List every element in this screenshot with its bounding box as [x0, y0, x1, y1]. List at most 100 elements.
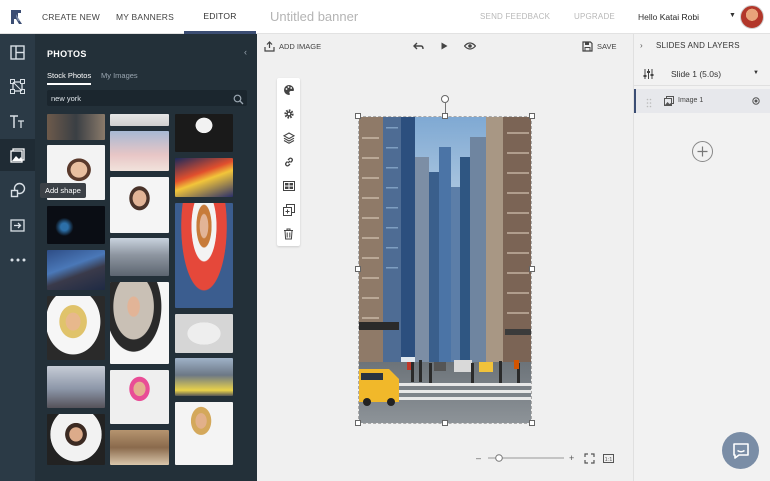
photo-thumbnail[interactable] — [110, 238, 169, 276]
play-icon — [441, 42, 448, 50]
resize-handle[interactable] — [529, 113, 535, 119]
photo-thumbnail[interactable] — [110, 282, 169, 364]
actual-size-icon[interactable]: 1:1 — [603, 452, 614, 464]
city-street-image[interactable] — [359, 117, 532, 424]
photo-thumbnail[interactable] — [175, 314, 233, 353]
photo-thumbnail[interactable] — [47, 296, 105, 360]
search-input[interactable] — [51, 92, 221, 104]
photos-panel: PHOTOS ‹ Stock Photos My Images — [35, 34, 257, 481]
photo-thumbnail[interactable] — [175, 158, 233, 197]
slide-label: Slide 1 (5.0s) — [671, 69, 722, 79]
preview-button[interactable] — [464, 34, 476, 58]
element-tools — [277, 78, 300, 246]
logo[interactable] — [0, 0, 34, 34]
text-icon[interactable] — [0, 105, 35, 137]
trash-icon[interactable] — [277, 222, 300, 246]
photo-thumbnail[interactable] — [47, 414, 105, 465]
photo-thumbnail[interactable] — [110, 370, 169, 424]
image-layer-icon — [664, 96, 674, 106]
slides-layers-header[interactable]: › SLIDES AND LAYERS — [634, 34, 770, 58]
animation-icon[interactable] — [277, 174, 300, 198]
fit-screen-icon[interactable] — [584, 452, 595, 464]
top-bar: CREATE NEW MY BANNERS EDITOR Untitled ba… — [0, 0, 770, 34]
photo-thumbnail[interactable] — [47, 206, 105, 244]
tab-editor[interactable]: EDITOR — [184, 0, 256, 34]
layer-row[interactable]: Image 1 — [634, 89, 770, 113]
undo-button[interactable] — [413, 34, 424, 58]
resize-handle[interactable] — [442, 113, 448, 119]
undo-icon — [413, 42, 424, 49]
slide-settings-icon[interactable] — [643, 69, 654, 79]
zoom-slider[interactable] — [488, 452, 564, 464]
resize-handle[interactable] — [442, 420, 448, 426]
palette-icon[interactable] — [277, 78, 300, 102]
photo-thumbnail[interactable] — [47, 114, 105, 140]
slide-dropdown-icon[interactable]: ▼ — [753, 70, 759, 76]
tooltip-add-shape: Add shape — [40, 183, 86, 198]
logo-icon — [11, 10, 22, 24]
tab-stock-photos[interactable]: Stock Photos — [47, 71, 92, 85]
user-greeting[interactable]: Hello Katai Robi — [638, 0, 699, 34]
photo-thumbnail[interactable] — [110, 131, 169, 171]
expand-chevron-icon: › — [640, 41, 643, 50]
drag-handle-icon[interactable] — [646, 95, 652, 108]
slides-layers-title: SLIDES AND LAYERS — [656, 41, 740, 50]
templates-icon[interactable] — [0, 36, 35, 68]
photo-thumbnail[interactable] — [110, 114, 169, 126]
photo-thumbnail[interactable] — [175, 358, 233, 396]
send-feedback-link[interactable]: SEND FEEDBACK — [480, 0, 550, 34]
photo-thumbnail[interactable] — [47, 250, 105, 290]
banner-title[interactable]: Untitled banner — [270, 0, 358, 34]
save-button[interactable]: SAVE — [582, 34, 616, 58]
photo-thumbnail[interactable] — [175, 203, 233, 308]
user-menu-caret-icon[interactable]: ▼ — [729, 12, 736, 19]
photo-thumbnail[interactable] — [47, 366, 105, 408]
transform-icon[interactable] — [0, 70, 35, 102]
zoom-out-button[interactable]: – — [476, 452, 481, 464]
photo-thumbnail[interactable] — [110, 430, 169, 465]
collapse-panel-icon[interactable]: ‹ — [244, 47, 247, 57]
layer-label: Image 1 — [678, 97, 704, 104]
upgrade-link[interactable]: UPGRADE — [574, 0, 615, 34]
settings-icon[interactable] — [277, 102, 300, 126]
avatar[interactable] — [740, 5, 764, 29]
layer-visibility-icon[interactable] — [752, 97, 760, 105]
chat-button[interactable] — [722, 432, 759, 469]
add-image-label: ADD IMAGE — [279, 41, 322, 51]
layers-icon[interactable] — [277, 126, 300, 150]
resize-handle[interactable] — [355, 266, 361, 272]
add-slide-button[interactable] — [692, 141, 713, 162]
slides-layers-panel: › SLIDES AND LAYERS Slide 1 (5.0s) ▼ Ima… — [633, 34, 770, 481]
add-image-button[interactable]: ADD IMAGE — [264, 34, 321, 58]
banner-canvas[interactable] — [358, 116, 532, 424]
tab-my-images[interactable]: My Images — [101, 71, 138, 80]
resize-handle[interactable] — [355, 113, 361, 119]
resize-handle[interactable] — [355, 420, 361, 426]
embed-icon[interactable] — [0, 209, 35, 241]
user-name: Katai Robi — [659, 12, 699, 22]
tab-create-new[interactable]: CREATE NEW — [36, 0, 106, 34]
zoom-in-button[interactable]: + — [569, 452, 574, 464]
plus-icon — [697, 146, 708, 157]
search-icon[interactable] — [233, 92, 244, 110]
slide-row[interactable]: Slide 1 (5.0s) ▼ — [634, 62, 770, 86]
photo-thumbnail[interactable] — [110, 177, 169, 233]
resize-handle[interactable] — [529, 420, 535, 426]
rotate-handle[interactable] — [441, 95, 449, 103]
more-icon[interactable] — [0, 244, 35, 276]
link-icon[interactable] — [277, 150, 300, 174]
photo-thumbnail[interactable] — [175, 114, 233, 152]
resize-handle[interactable] — [529, 266, 535, 272]
photo-search — [47, 90, 247, 106]
play-button[interactable] — [441, 34, 448, 58]
svg-text:1:1: 1:1 — [605, 457, 613, 463]
photos-icon[interactable] — [0, 139, 35, 171]
tool-rail — [0, 34, 35, 481]
tab-my-banners[interactable]: MY BANNERS — [110, 0, 180, 34]
hello-text: Hello — [638, 12, 658, 22]
save-label: SAVE — [597, 41, 617, 51]
duplicate-icon[interactable] — [277, 198, 300, 222]
shape-icon[interactable] — [0, 174, 35, 206]
canvas-area: ADD IMAGE SAVE – + 1:1 — [257, 34, 633, 481]
photo-thumbnail[interactable] — [175, 402, 233, 465]
